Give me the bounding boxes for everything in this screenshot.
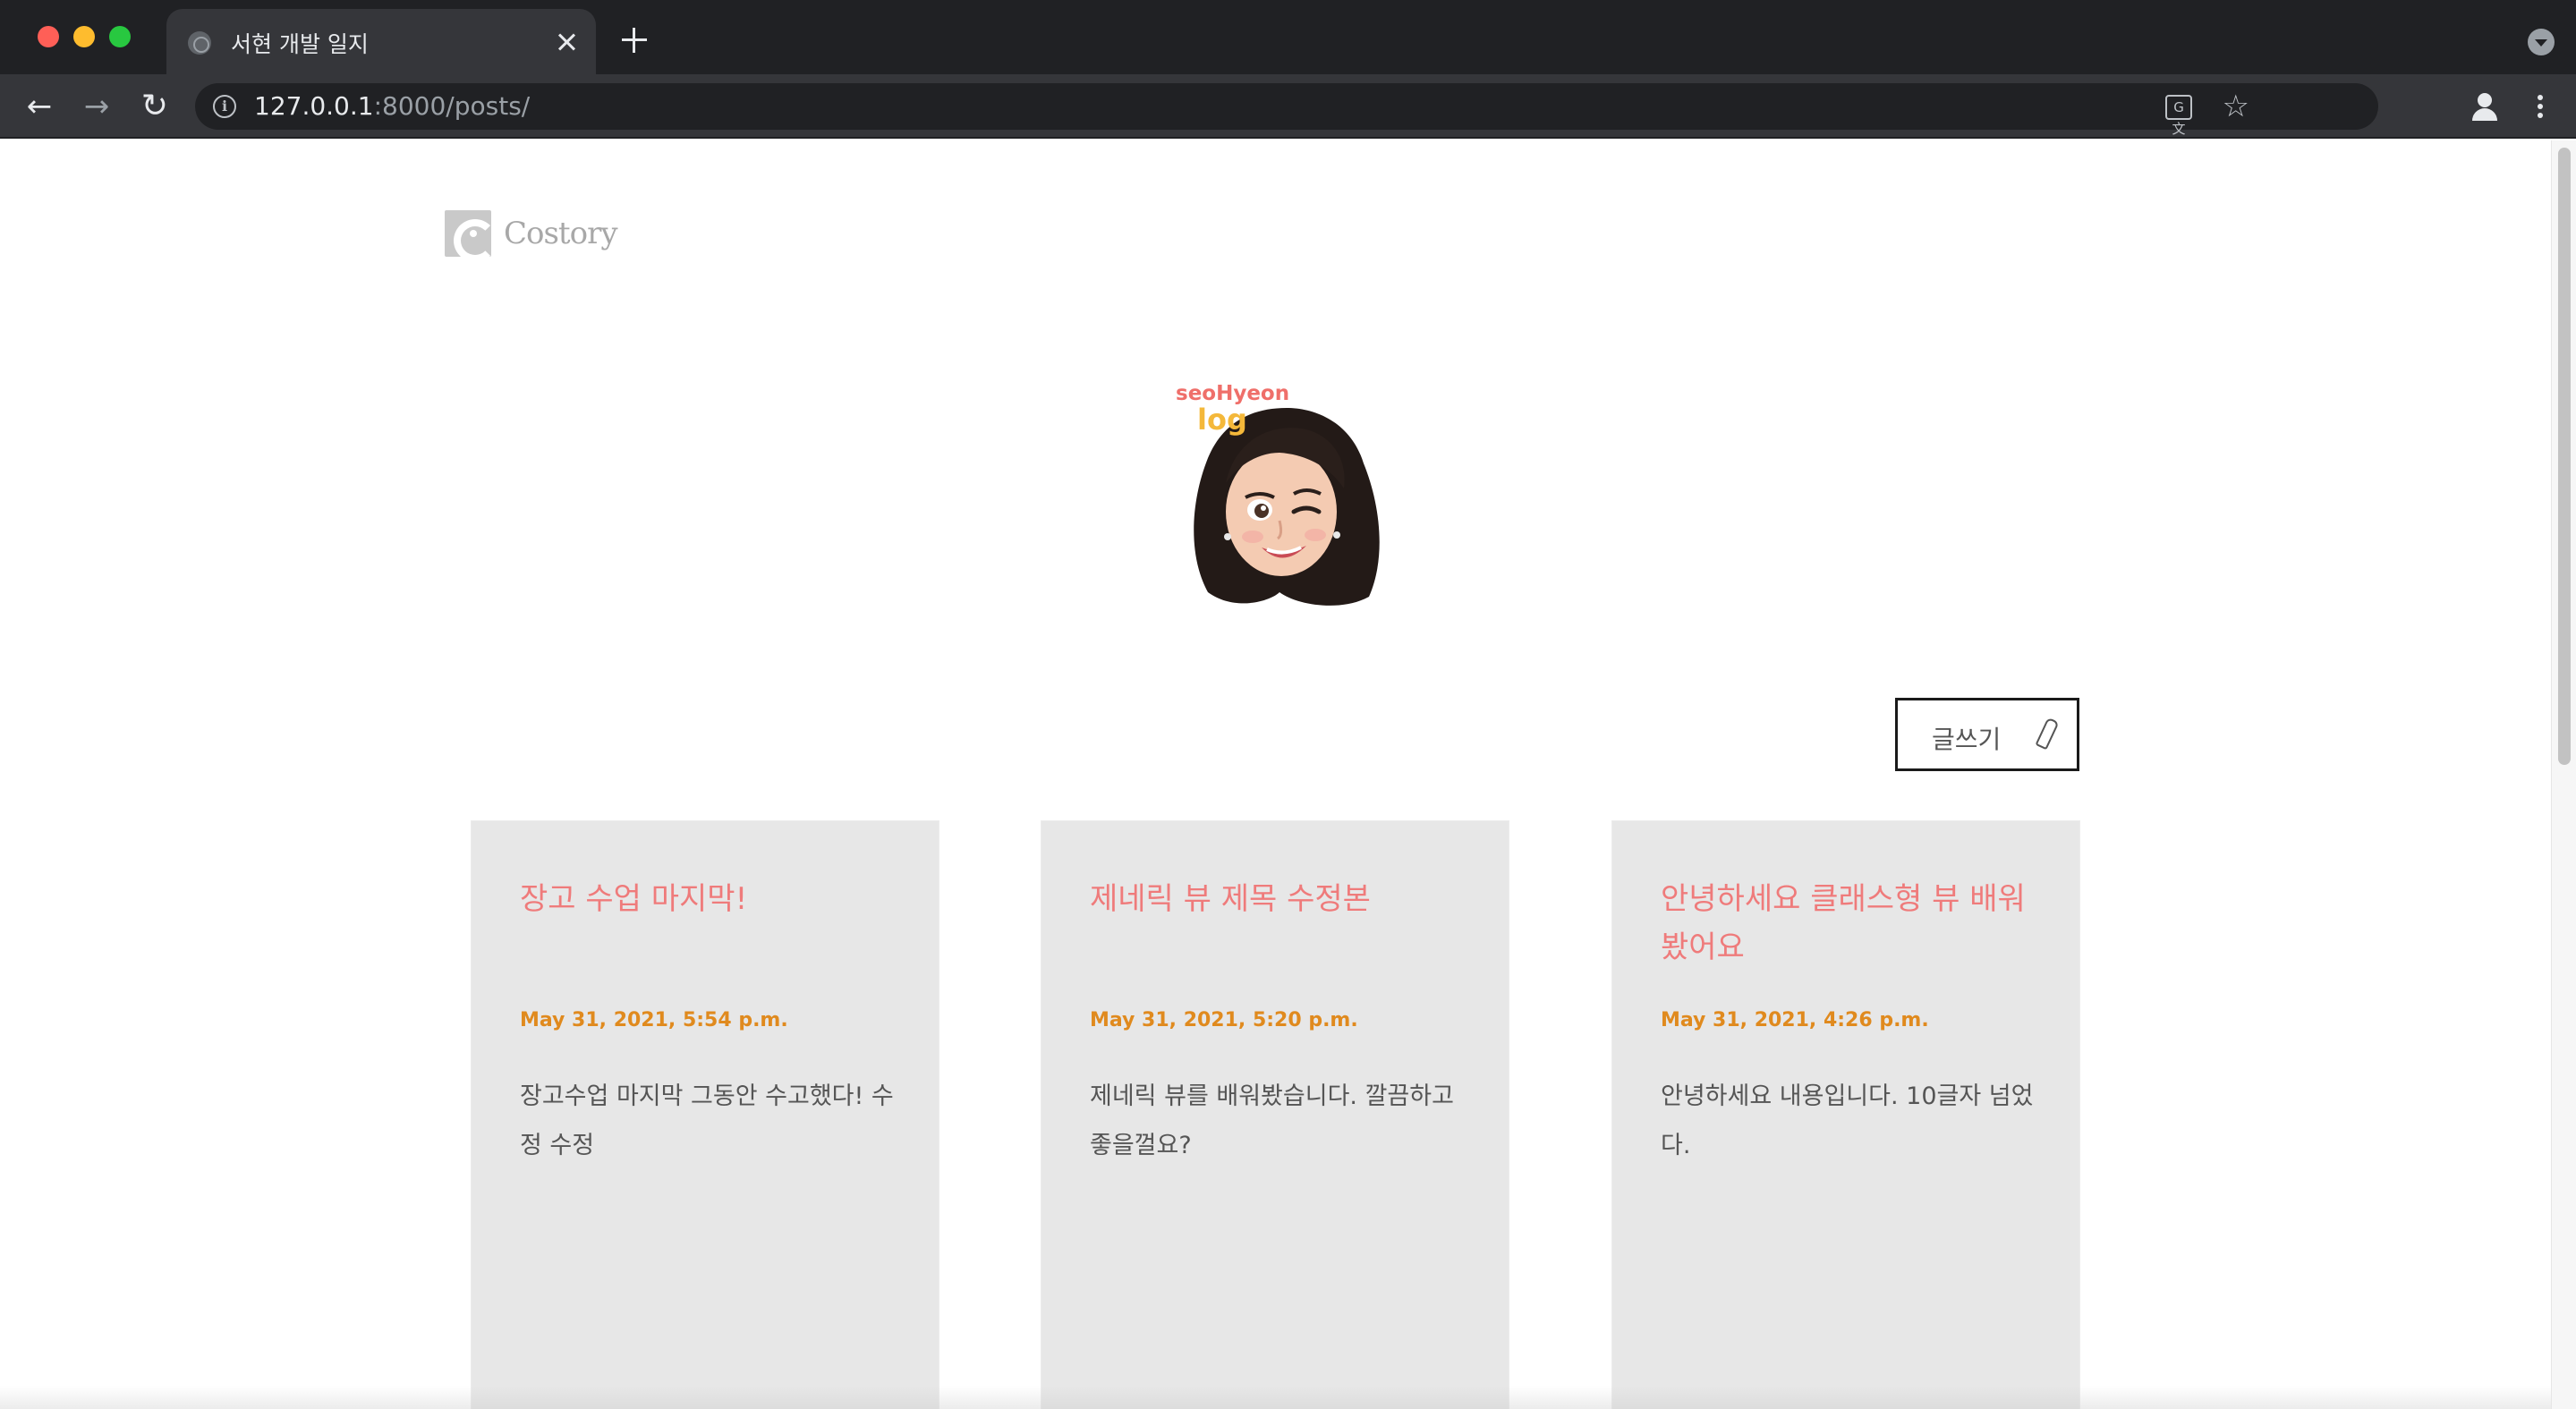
bottom-shadow <box>0 1386 2576 1409</box>
post-card[interactable]: 장고 수업 마지막! May 31, 2021, 5:54 p.m. 장고수업 … <box>472 821 939 1409</box>
page-viewport: Costory seoHyeon log 글쓰기 장고 수업 마지막! May … <box>0 140 2576 1409</box>
forward-arrow-icon[interactable]: → <box>79 89 115 124</box>
profile-icon[interactable] <box>2467 89 2503 124</box>
new-tab-icon[interactable] <box>621 27 648 54</box>
minimize-window-button[interactable] <box>73 26 95 47</box>
translate-icon[interactable]: G文 <box>2165 95 2192 137</box>
url-path: :8000/posts/ <box>373 91 531 121</box>
logo-mark-icon <box>445 210 497 262</box>
post-excerpt: 장고수업 마지막 그동안 수고했다! 수정 수정 <box>520 1082 894 1159</box>
reload-icon[interactable]: ↻ <box>137 89 173 124</box>
post-title[interactable]: 안녕하세요 클래스형 뷰 배워 봤어요 <box>1661 875 2045 972</box>
kebab-menu-icon[interactable] <box>2531 89 2549 124</box>
write-button-label: 글쓰기 <box>1932 725 2002 754</box>
pencil-icon <box>2035 717 2060 751</box>
brand-subtitle: log <box>1197 403 1247 437</box>
browser-toolbar: ← → ↻ i 127.0.0.1:8000/posts/ G文 ☆ <box>0 74 2576 139</box>
browser-tab[interactable]: 서현 개발 일지 <box>166 9 596 74</box>
url-host: 127.0.0.1 <box>254 91 374 121</box>
vertical-scrollbar[interactable] <box>2551 140 2576 1409</box>
post-excerpt: 안녕하세요 내용입니다. 10글자 넘었다. <box>1661 1082 2034 1159</box>
post-title[interactable]: 장고 수업 마지막! <box>520 875 905 923</box>
post-card[interactable]: 제네릭 뷰 제목 수정본 May 31, 2021, 5:20 p.m. 제네릭… <box>1041 821 1509 1409</box>
address-bar[interactable]: i 127.0.0.1:8000/posts/ G文 ☆ <box>195 83 2378 137</box>
post-excerpt: 제네릭 뷰를 배워봤습니다. 깔끔하고 좋을껄요? <box>1090 1082 1454 1159</box>
write-post-button[interactable]: 글쓰기 <box>1895 698 2079 771</box>
tab-search-icon[interactable] <box>2528 29 2555 55</box>
tab-close-icon[interactable] <box>553 29 580 55</box>
browser-tab-strip: 서현 개발 일지 <box>0 0 2576 74</box>
post-date: May 31, 2021, 5:54 p.m. <box>520 1009 788 1031</box>
tab-title: 서현 개발 일지 <box>231 31 369 57</box>
close-window-button[interactable] <box>38 26 59 47</box>
url-text[interactable]: 127.0.0.1:8000/posts/ <box>254 91 530 121</box>
logo-text: Costory <box>504 216 618 251</box>
post-date: May 31, 2021, 5:20 p.m. <box>1090 1009 1358 1031</box>
post-card[interactable]: 안녕하세요 클래스형 뷰 배워 봤어요 May 31, 2021, 4:26 p… <box>1612 821 2079 1409</box>
site-info-icon[interactable]: i <box>213 95 236 118</box>
post-date: May 31, 2021, 4:26 p.m. <box>1661 1009 1929 1031</box>
zoom-window-button[interactable] <box>109 26 131 47</box>
post-title[interactable]: 제네릭 뷰 제목 수정본 <box>1090 875 1475 923</box>
back-arrow-icon[interactable]: ← <box>21 89 57 124</box>
scrollbar-thumb[interactable] <box>2558 148 2571 765</box>
globe-icon <box>188 31 211 55</box>
bookmark-star-icon[interactable]: ☆ <box>2223 89 2249 124</box>
